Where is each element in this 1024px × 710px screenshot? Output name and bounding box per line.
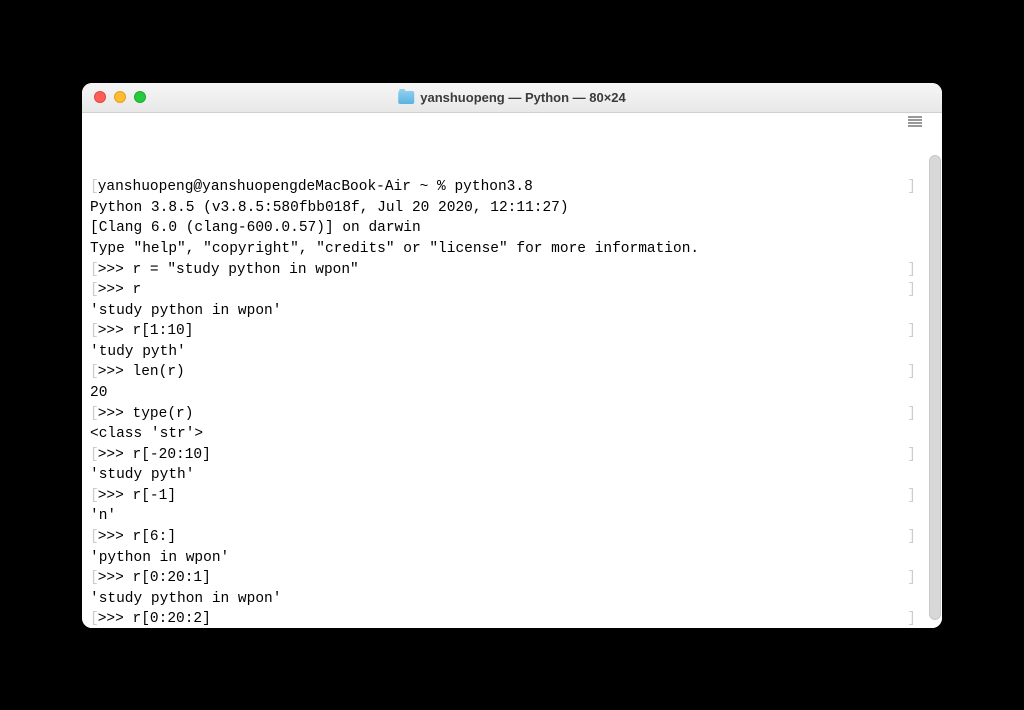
terminal-line: >>> r[0:20:2] [90,609,934,627]
terminal-line: <class 'str'> [90,424,934,445]
terminal-line: Type "help", "copyright", "credits" or "… [90,239,934,260]
title-center: yanshuopeng — Python — 80×24 [398,90,626,105]
terminal-line: >>> len(r) [90,362,934,383]
terminal-line: >>> r[-1] [90,486,934,507]
terminal-line: >>> r[-20:10] [90,445,934,466]
terminal-window: yanshuopeng — Python — 80×24 yanshuopeng… [82,83,942,628]
terminal-line: 20 [90,383,934,404]
maximize-icon[interactable] [134,91,146,103]
traffic-lights [94,91,146,103]
terminal-line: 'tudy pyth' [90,342,934,363]
terminal-line: >>> r = "study python in wpon" [90,260,934,281]
terminal-line: 'study pyth' [90,465,934,486]
terminal-line: 'study python in wpon' [90,589,934,610]
terminal-line: >>> r[1:10] [90,321,934,342]
terminal-line: 'n' [90,506,934,527]
terminal-body[interactable]: yanshuopeng@yanshuopengdeMacBook-Air ~ %… [82,113,942,628]
terminal-line: [Clang 6.0 (clang-600.0.57)] on darwin [90,218,934,239]
terminal-line: >>> r[0:20:1] [90,568,934,589]
terminal-line: 'study python in wpon' [90,301,934,322]
terminal-line: >>> type(r) [90,404,934,425]
terminal-line: >>> r[6:] [90,527,934,548]
terminal-line: >>> r [90,280,934,301]
scrollbar[interactable] [929,155,941,620]
terminal-line: Python 3.8.5 (v3.8.5:580fbb018f, Jul 20 … [90,198,934,219]
close-icon[interactable] [94,91,106,103]
terminal-line: yanshuopeng@yanshuopengdeMacBook-Air ~ %… [90,177,934,198]
minimize-icon[interactable] [114,91,126,103]
terminal-line: 'python in wpon' [90,548,934,569]
menu-lines-icon[interactable] [908,116,922,127]
folder-icon [398,91,414,104]
scrollbar-thumb[interactable] [929,155,941,620]
titlebar[interactable]: yanshuopeng — Python — 80×24 [82,83,942,113]
window-title: yanshuopeng — Python — 80×24 [420,90,626,105]
